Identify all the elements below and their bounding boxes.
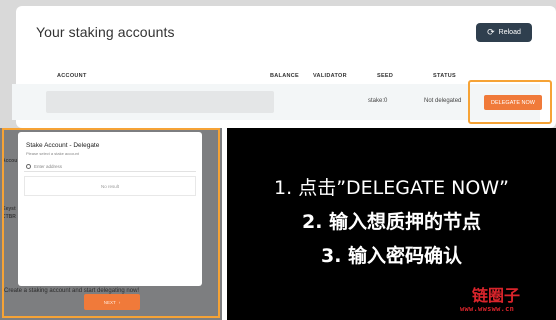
page-title: Your staking accounts xyxy=(36,24,175,40)
watermark-url: www.wwsww.cn xyxy=(460,305,515,313)
column-header-balance: BALANCE xyxy=(270,73,299,79)
column-header-validator: VALIDATOR xyxy=(313,73,347,79)
column-header-status: STATUS xyxy=(433,73,456,79)
delegate-now-button[interactable]: DELEGATE NOW xyxy=(484,95,542,110)
status-cell: Not delegated xyxy=(424,98,462,104)
watermark-logo: 链圈子 xyxy=(472,286,521,305)
instruction-step-3: 3. 输入密码确认 xyxy=(320,245,463,267)
account-address-redacted xyxy=(46,91,274,113)
staking-accounts-panel: Your staking accounts ⟳ Reload ACCOUNT B… xyxy=(0,0,556,128)
delegate-modal-screenshot: Accou Keyst CTBR Create a staking accoun… xyxy=(0,128,222,320)
instructions-panel: 1. 点击”DELEGATE NOW” 2. 输入想质押的节点 3. 输入密码确… xyxy=(227,128,556,320)
modal-highlight-box xyxy=(2,128,220,318)
reload-icon: ⟳ xyxy=(487,27,495,37)
column-header-account: ACCOUNT xyxy=(57,73,87,79)
seed-cell: stake:0 xyxy=(368,98,388,104)
column-header-seed: SEED xyxy=(377,73,394,79)
reload-button[interactable]: ⟳ Reload xyxy=(476,23,532,42)
instruction-step-2: 2. 输入想质押的节点 xyxy=(301,211,482,233)
reload-label: Reload xyxy=(498,29,521,36)
instruction-step-1: 1. 点击”DELEGATE NOW” xyxy=(274,177,509,199)
